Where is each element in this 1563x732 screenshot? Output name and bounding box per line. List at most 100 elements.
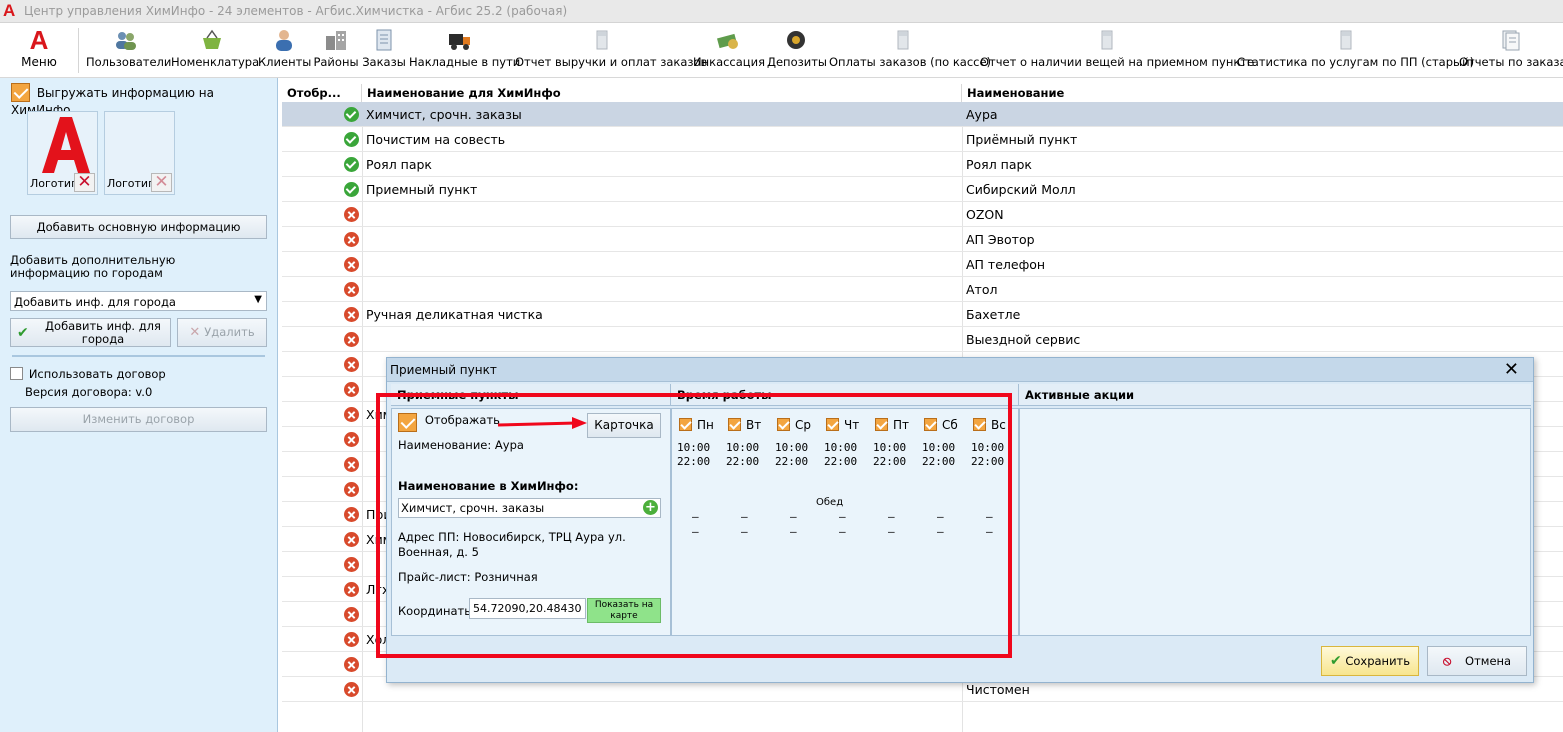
logo-2-delete-icon[interactable]: ✕ bbox=[151, 173, 172, 192]
safe-icon bbox=[783, 28, 809, 52]
ribbon-invoices-button[interactable]: Накладные в пути bbox=[409, 26, 520, 76]
row-name: АП Эвотор bbox=[966, 232, 1035, 247]
cancel-button[interactable]: ⦸ Отмена bbox=[1427, 646, 1527, 676]
table-row[interactable]: Приемный пункт Сибирский Молл bbox=[282, 177, 1563, 202]
cross-circle-icon[interactable] bbox=[344, 582, 359, 597]
cross-circle-icon[interactable] bbox=[344, 207, 359, 222]
checkmark-icon: ✔ bbox=[1329, 653, 1342, 669]
logo-1-delete-icon[interactable]: ✕ bbox=[74, 173, 95, 192]
logo-a-icon bbox=[42, 117, 90, 173]
chevron-down-icon: ▼ bbox=[254, 294, 262, 305]
users-icon bbox=[113, 28, 139, 52]
close-icon: ✕ bbox=[189, 325, 201, 340]
change-contract-button[interactable]: Изменить договор bbox=[10, 407, 267, 432]
cross-circle-icon[interactable] bbox=[344, 257, 359, 272]
table-row[interactable]: АП Эвотор bbox=[282, 227, 1563, 252]
check-circle-icon[interactable] bbox=[344, 157, 359, 172]
check-circle-icon[interactable] bbox=[344, 107, 359, 122]
logo-slot-1[interactable]: Логотип ✕ bbox=[27, 111, 98, 195]
menu-button[interactable]: A Меню bbox=[14, 26, 64, 76]
cross-circle-icon[interactable] bbox=[344, 532, 359, 547]
document-icon bbox=[371, 28, 397, 52]
check-circle-icon[interactable] bbox=[344, 132, 359, 147]
table-row[interactable]: Атол bbox=[282, 277, 1563, 302]
reports-icon bbox=[1498, 28, 1524, 52]
ribbon-stats-button[interactable]: Статистика по услугам по ПП (старый) bbox=[1237, 26, 1474, 76]
grid-header: Отобр... Наименование для ХимИнфо Наимен… bbox=[282, 84, 1563, 103]
table-row[interactable]: Почистим на совесть Приёмный пункт bbox=[282, 127, 1563, 152]
cancel-icon: ⦸ bbox=[1442, 654, 1452, 669]
col-header-hi-name[interactable]: Наименование для ХимИнфо bbox=[362, 84, 962, 103]
close-icon[interactable]: ✕ bbox=[1504, 360, 1519, 380]
ribbon-nomenclature-button[interactable]: Номенклатура bbox=[171, 26, 259, 76]
logo-slot-2[interactable]: Логотип ✕ bbox=[104, 111, 175, 195]
row-name: Выездной сервис bbox=[966, 332, 1081, 347]
cross-circle-icon[interactable] bbox=[344, 432, 359, 447]
table-row[interactable]: Ручная деликатная чистка Бахетле bbox=[282, 302, 1563, 327]
ribbon-orders-button[interactable]: Заказы bbox=[362, 26, 406, 76]
save-label: Сохранить bbox=[1345, 654, 1411, 668]
save-button[interactable]: ✔ Сохранить bbox=[1321, 646, 1419, 676]
table-row[interactable]: АП телефон bbox=[282, 252, 1563, 277]
divider bbox=[12, 355, 265, 357]
row-hi-name: Приемный пункт bbox=[366, 182, 478, 197]
col-promo-header: Активные акции bbox=[1019, 384, 1531, 406]
cross-circle-icon[interactable] bbox=[344, 457, 359, 472]
add-main-info-button[interactable]: Добавить основную информацию bbox=[10, 215, 267, 239]
ribbon-revenue-report-button[interactable]: Отчет выручки и оплат заказов bbox=[515, 26, 707, 76]
table-row[interactable]: OZON bbox=[282, 202, 1563, 227]
use-contract-checkbox[interactable] bbox=[10, 367, 23, 380]
cross-circle-icon[interactable] bbox=[344, 632, 359, 647]
buildings-icon bbox=[323, 28, 349, 52]
table-row[interactable]: Выездной сервис bbox=[282, 327, 1563, 352]
cross-circle-icon[interactable] bbox=[344, 232, 359, 247]
cross-circle-icon[interactable] bbox=[344, 282, 359, 297]
cross-circle-icon[interactable] bbox=[344, 382, 359, 397]
cross-circle-icon[interactable] bbox=[344, 682, 359, 697]
cross-circle-icon[interactable] bbox=[344, 357, 359, 372]
promo-panel bbox=[1019, 408, 1531, 636]
ribbon-separator bbox=[78, 28, 79, 73]
cross-circle-icon[interactable] bbox=[344, 307, 359, 322]
row-name: OZON bbox=[966, 207, 1004, 222]
checkmark-icon: ✔ bbox=[17, 325, 29, 341]
city-select[interactable]: Добавить инф. для города ▼ bbox=[10, 291, 267, 311]
ribbon-order-reports-button[interactable]: Отчеты по заказам bbox=[1459, 26, 1563, 76]
ribbon-payments-button[interactable]: Оплаты заказов (по кассе) bbox=[829, 26, 991, 76]
ribbon-deposits-button[interactable]: Депозиты bbox=[767, 26, 827, 76]
row-hi-name: Почистим на совесть bbox=[366, 132, 506, 147]
cross-circle-icon[interactable] bbox=[344, 332, 359, 347]
cross-circle-icon[interactable] bbox=[344, 507, 359, 522]
row-name: Бахетле bbox=[966, 307, 1021, 322]
add-city-info-button[interactable]: ✔ Добавить инф. для города bbox=[10, 318, 171, 347]
delete-button[interactable]: ✕ Удалить bbox=[177, 318, 267, 347]
check-circle-icon[interactable] bbox=[344, 182, 359, 197]
menu-label: Меню bbox=[21, 55, 57, 69]
export-checkbox[interactable] bbox=[11, 83, 30, 102]
highlight-box bbox=[376, 393, 1012, 658]
row-hi-name: Роял парк bbox=[366, 157, 432, 172]
ribbon-districts-button[interactable]: Районы bbox=[313, 26, 359, 76]
menu-logo-icon: A bbox=[29, 25, 49, 55]
table-row[interactable]: Химчист, срочн. заказы Аура bbox=[282, 102, 1563, 127]
row-name: Аура bbox=[966, 107, 998, 122]
ribbon-deposits-label: Депозиты bbox=[767, 55, 827, 69]
cross-circle-icon[interactable] bbox=[344, 407, 359, 422]
ribbon-collection-button[interactable]: Инкассация bbox=[693, 26, 765, 76]
table-row[interactable]: Роял парк Роял парк bbox=[282, 152, 1563, 177]
report-icon bbox=[589, 28, 615, 52]
row-name: АП телефон bbox=[966, 257, 1046, 272]
cross-circle-icon[interactable] bbox=[344, 657, 359, 672]
col-header-name[interactable]: Наименование bbox=[962, 84, 1563, 103]
dialog-title: Приемный пункт bbox=[390, 363, 497, 377]
ribbon-items-report-button[interactable]: Отчет о наличии вещей на приемном пункте bbox=[980, 26, 1254, 76]
ribbon-users-button[interactable]: Пользователи bbox=[86, 26, 171, 76]
cross-circle-icon[interactable] bbox=[344, 482, 359, 497]
col-header-display[interactable]: Отобр... bbox=[282, 84, 362, 103]
cross-circle-icon[interactable] bbox=[344, 557, 359, 572]
ribbon-revenue-report-label: Отчет выручки и оплат заказов bbox=[515, 55, 708, 69]
ribbon-clients-button[interactable]: Клиенты bbox=[258, 26, 311, 76]
logo-2-label: Логотип bbox=[107, 177, 156, 190]
use-contract-row[interactable]: Использовать договор bbox=[10, 366, 166, 381]
cross-circle-icon[interactable] bbox=[344, 607, 359, 622]
